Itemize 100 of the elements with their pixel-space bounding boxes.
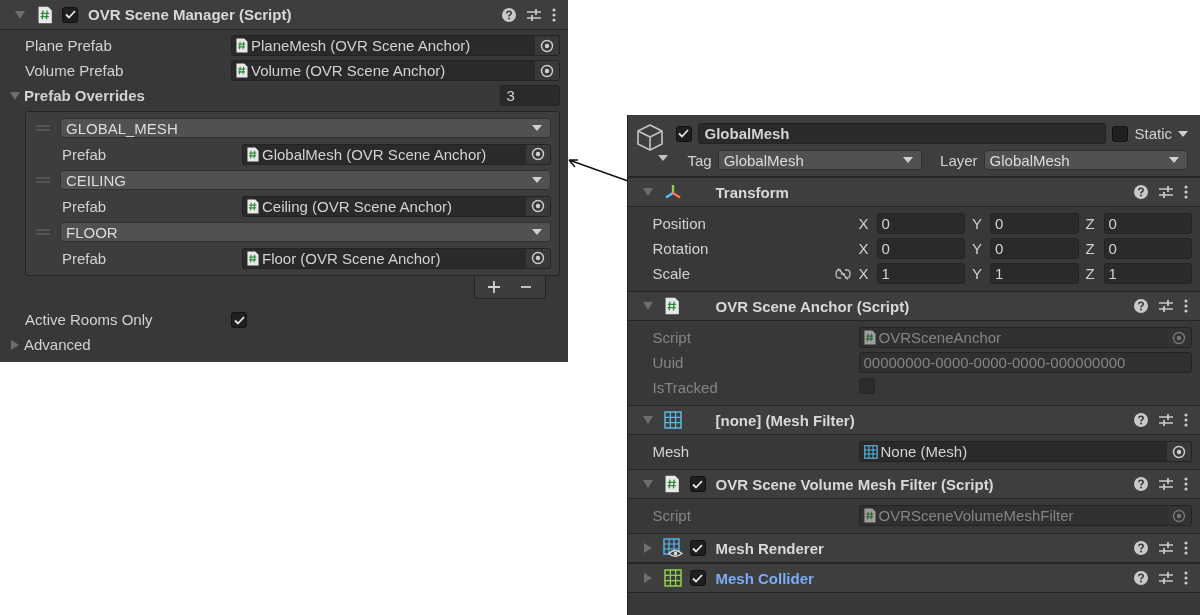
component-header[interactable]: Mesh Collider [627, 563, 1200, 593]
number-field[interactable]: 0 [1103, 213, 1192, 234]
help-icon[interactable] [1134, 299, 1148, 313]
component-title: Mesh Renderer [715, 539, 825, 557]
layer-dropdown[interactable]: GlobalMesh [983, 150, 1188, 170]
presets-icon[interactable] [1158, 477, 1174, 491]
axis-label: Z [1085, 265, 1096, 282]
component-header[interactable]: OVR Scene Volume Mesh Filter (Script) [627, 469, 1200, 499]
drag-handle-icon[interactable] [36, 229, 50, 235]
component-title: Transform [715, 183, 790, 201]
checkbox[interactable] [689, 540, 706, 556]
component-title: Mesh Collider [715, 569, 815, 587]
menu-icon[interactable] [1184, 477, 1188, 491]
presets-icon[interactable] [1158, 299, 1174, 313]
checkbox[interactable] [675, 125, 692, 142]
script-icon [247, 250, 259, 266]
menu-icon[interactable] [1184, 413, 1188, 427]
help-icon[interactable] [1134, 413, 1148, 427]
component-header[interactable]: Mesh Renderer [627, 533, 1200, 563]
menu-icon[interactable] [1184, 571, 1188, 585]
checkbox[interactable] [231, 312, 247, 329]
object-picker-button[interactable] [525, 196, 550, 216]
component-title: OVR Scene Manager (Script) [88, 6, 293, 23]
connector-arrow [567, 157, 629, 183]
presets-icon[interactable] [1158, 541, 1174, 555]
help-icon[interactable] [1134, 571, 1148, 585]
object-picker-button[interactable] [525, 144, 550, 164]
type-dropdown[interactable]: CEILING [60, 170, 551, 190]
number-field[interactable]: 0 [990, 238, 1079, 259]
checkbox[interactable] [62, 6, 78, 23]
object-field[interactable]: Volume (OVR Scene Anchor) [231, 60, 560, 81]
field-label: Script [652, 507, 691, 524]
field-label: Prefab [62, 145, 108, 163]
script-icon [37, 5, 53, 24]
number-field[interactable]: 1 [990, 263, 1079, 284]
menu-icon[interactable] [551, 7, 556, 22]
grid-eye-icon [662, 538, 683, 558]
object-field[interactable]: GlobalMesh (OVR Scene Anchor) [242, 143, 551, 165]
broken-link-icon[interactable] [834, 267, 851, 280]
help-icon[interactable] [1134, 477, 1148, 491]
presets-icon[interactable] [1158, 571, 1174, 585]
object-picker-button[interactable] [534, 61, 559, 80]
script-icon [247, 146, 259, 162]
component-header[interactable]: Transform [627, 177, 1200, 207]
drag-handle-icon[interactable] [36, 125, 50, 131]
script-icon [236, 38, 248, 53]
axis-label: X [858, 215, 870, 232]
object-field[interactable]: None (Mesh) [858, 441, 1192, 462]
object-picker-button[interactable] [1167, 442, 1191, 461]
caret-icon [531, 177, 542, 183]
presets-icon[interactable] [1158, 413, 1174, 427]
presets-icon[interactable] [1158, 185, 1174, 199]
name-field[interactable]: GlobalMesh [697, 123, 1107, 144]
section-label[interactable]: Advanced [24, 336, 91, 353]
drag-handle-icon[interactable] [36, 177, 50, 183]
menu-icon[interactable] [1184, 299, 1188, 313]
type-dropdown[interactable]: GLOBAL_MESH [60, 118, 551, 138]
object-field[interactable]: Ceiling (OVR Scene Anchor) [242, 195, 551, 217]
cube-icon[interactable] [635, 123, 670, 163]
script-icon [863, 508, 876, 523]
object-picker-button[interactable] [525, 248, 550, 268]
caret-icon [903, 157, 914, 163]
component-header[interactable]: OVR Scene Manager (Script) [0, 0, 568, 30]
field-label: Mesh [652, 443, 690, 460]
script-icon [863, 330, 876, 345]
number-field[interactable]: 1 [1103, 263, 1192, 284]
grid-icon [663, 411, 682, 429]
checkbox[interactable] [1112, 125, 1129, 142]
count-field[interactable]: 3 [499, 85, 560, 106]
number-field[interactable]: 1 [876, 263, 965, 284]
field-label: IsTracked [652, 379, 718, 396]
caret-icon [1169, 157, 1179, 163]
help-icon[interactable] [1134, 541, 1148, 555]
plus-icon [486, 280, 501, 294]
menu-icon[interactable] [1184, 541, 1188, 555]
object-field[interactable]: Floor (OVR Scene Anchor) [242, 247, 551, 269]
field-label: Volume Prefab [25, 62, 124, 79]
help-icon[interactable] [1134, 185, 1148, 199]
help-icon[interactable] [501, 7, 516, 22]
type-dropdown[interactable]: FLOOR [60, 222, 551, 242]
axis-label: X [858, 265, 870, 282]
script-icon [665, 475, 680, 493]
object-field[interactable]: PlaneMesh (OVR Scene Anchor) [231, 35, 560, 56]
field-label: Scale [652, 265, 691, 282]
checkbox[interactable] [689, 570, 706, 586]
number-field[interactable]: 0 [876, 213, 965, 234]
script-icon [247, 198, 259, 214]
number-field[interactable]: 0 [990, 213, 1079, 234]
checkbox[interactable] [689, 476, 706, 492]
component-header[interactable]: OVR Scene Anchor (Script) [627, 291, 1200, 321]
component-header[interactable]: [none] (Mesh Filter) [627, 405, 1200, 435]
menu-icon[interactable] [1184, 185, 1188, 199]
presets-icon[interactable] [525, 7, 542, 22]
object-picker-button[interactable] [534, 36, 559, 55]
tag-dropdown[interactable]: GlobalMesh [717, 150, 923, 170]
field-label: Uuid [652, 354, 684, 371]
number-field[interactable]: 0 [1103, 238, 1192, 259]
number-field[interactable]: 0 [876, 238, 965, 259]
field-label: Active Rooms Only [25, 311, 154, 328]
caret-icon [531, 229, 542, 235]
